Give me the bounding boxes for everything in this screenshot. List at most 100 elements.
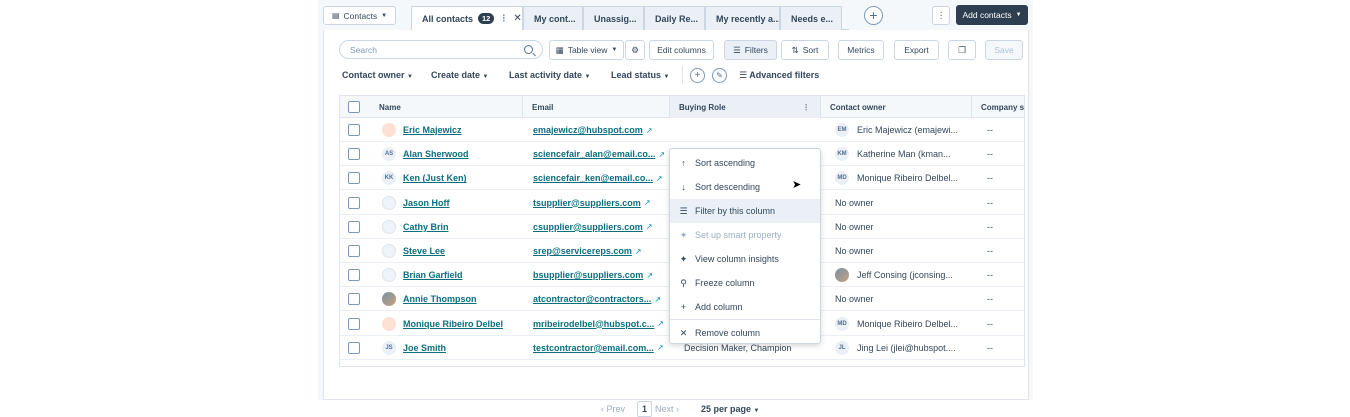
external-link-icon[interactable]: ↗ [657, 319, 664, 328]
company-cell: -- [987, 125, 993, 135]
email-link[interactable]: csupplier@suppliers.com [533, 222, 643, 232]
contact-name-link[interactable]: Cathy Brin [403, 215, 518, 239]
menu-item-freeze-column[interactable]: ⚲ Freeze column [670, 271, 820, 295]
external-link-icon[interactable]: ↗ [657, 343, 664, 352]
add-contacts-button[interactable]: Add contacts ▼ [956, 5, 1028, 25]
row-checkbox[interactable] [348, 341, 360, 354]
next-page-button[interactable]: Next › [655, 404, 679, 414]
row-checkbox[interactable] [348, 196, 360, 209]
external-link-icon[interactable]: ↗ [635, 247, 642, 256]
save-button[interactable]: Save [985, 40, 1023, 60]
contact-name-link[interactable]: Brian Garfield [403, 263, 518, 287]
row-checkbox[interactable] [348, 124, 360, 136]
sort-button[interactable]: ⇅ Sort [781, 40, 829, 60]
metrics-button[interactable]: Metrics [838, 40, 884, 60]
more-actions-button[interactable]: ⋮ [932, 6, 950, 25]
row-checkbox[interactable] [348, 317, 360, 330]
email-link[interactable]: sciencefair_alan@email.co... [533, 149, 655, 159]
column-options-icon[interactable]: ⋮ [802, 103, 810, 112]
external-link-icon[interactable]: ↗ [646, 126, 653, 135]
prev-page-button[interactable]: ‹ Prev [601, 404, 625, 414]
external-link-icon[interactable]: ↗ [646, 271, 653, 280]
company-cell: -- [987, 246, 993, 256]
select-all-checkbox[interactable] [348, 101, 360, 113]
contact-avatar [382, 292, 396, 307]
external-link-icon[interactable]: ↗ [658, 150, 665, 159]
menu-item-set-up-smart-property[interactable]: ✦ Set up smart property [670, 223, 820, 247]
external-link-icon[interactable]: ↗ [644, 198, 651, 207]
row-checkbox[interactable] [348, 148, 360, 161]
tab-my-contacts[interactable]: My cont... [523, 6, 583, 30]
column-header-buying-role[interactable]: Buying Role ⋮ [669, 96, 820, 118]
column-header-email[interactable]: Email [522, 96, 669, 118]
menu-item-add-column[interactable]: + Add column [670, 295, 820, 319]
external-link-icon[interactable]: ↗ [656, 174, 663, 183]
email-link[interactable]: tsupplier@suppliers.com [533, 198, 641, 208]
per-page-dropdown[interactable]: 25 per page ▼ [701, 404, 760, 414]
row-checkbox[interactable] [348, 293, 360, 306]
duplicate-view-button[interactable]: ❐ [948, 40, 976, 60]
row-checkbox[interactable] [348, 245, 360, 257]
email-link[interactable]: bsupplier@suppliers.com [533, 270, 643, 280]
column-label: Contact owner [830, 102, 886, 112]
table-row[interactable]: Eric Majewicz emajewicz@hubspot.com ↗ EM Eri… [340, 118, 1024, 142]
tab-needs-engagement[interactable]: Needs e... [780, 6, 842, 30]
chevron-down-icon: ▼ [663, 74, 670, 80]
column-header-company[interactable]: Company s [971, 96, 1024, 118]
row-checkbox[interactable] [348, 172, 360, 185]
lead-status-filter[interactable]: Lead status ▼ [611, 70, 669, 80]
column-header-contact-owner[interactable]: Contact owner [820, 96, 971, 118]
menu-item-view-column-insights[interactable]: ✦ View column insights [670, 247, 820, 271]
table-view-dropdown[interactable]: ▦ Table view ▼ [549, 40, 624, 60]
contact-owner-cell: Katherine Man (kman... [857, 149, 951, 160]
contact-name-link[interactable]: Monique Ribeiro Delbel [403, 312, 518, 336]
tab-unassigned[interactable]: Unassig... [583, 6, 644, 30]
email-link[interactable]: srep@servicereps.com [533, 246, 632, 256]
tab-my-recently-assigned[interactable]: My recently a... [705, 6, 780, 30]
add-filter-plus-icon[interactable]: + [690, 68, 705, 83]
menu-item-remove-column[interactable]: ✕ Remove column [670, 321, 820, 345]
row-checkbox[interactable] [348, 269, 360, 282]
advanced-filters-button[interactable]: ☰ Advanced filters [739, 70, 819, 81]
email-link[interactable]: mribeirodelbel@hubspot.c... [533, 319, 654, 329]
tab-daily-report[interactable]: Daily Re... [644, 6, 705, 30]
search-input[interactable]: Search [339, 40, 543, 59]
email-cell: csupplier@suppliers.com ↗ [533, 215, 667, 239]
email-link[interactable]: emajewicz@hubspot.com [533, 125, 643, 135]
view-tabs: All contacts 12 ⋮ ✕ My cont... Unassig..… [411, 6, 849, 31]
contact-name-link[interactable]: Steve Lee [403, 239, 518, 263]
external-link-icon[interactable]: ↗ [646, 222, 653, 231]
external-link-icon[interactable]: ↗ [654, 295, 661, 304]
export-button[interactable]: Export [894, 40, 939, 60]
filter-label: Create date [431, 70, 481, 80]
contact-name-link[interactable]: Jason Hoff [403, 191, 518, 215]
edit-columns-button[interactable]: Edit columns [649, 40, 714, 60]
contact-name-link[interactable]: Eric Majewicz [403, 118, 518, 142]
filters-button[interactable]: ☰ Filters [724, 40, 777, 60]
more-options-icon[interactable]: ⋮ [499, 13, 508, 24]
view-settings-button[interactable]: ⚙ [625, 40, 645, 60]
contact-name-link[interactable]: Annie Thompson [403, 287, 518, 311]
menu-item-sort-ascending[interactable]: ↑ Sort ascending [670, 151, 820, 175]
row-checkbox[interactable] [348, 220, 360, 233]
menu-item-filter-by-this-column[interactable]: ☰ Filter by this column [670, 199, 820, 223]
contact-name-link[interactable]: Alan Sherwood [403, 142, 518, 166]
contact-name-link[interactable]: Ken (Just Ken) [403, 166, 518, 190]
contact-owner-filter[interactable]: Contact owner ▼ [342, 70, 413, 80]
menu-item-label: Sort descending [695, 182, 761, 192]
email-link[interactable]: testcontractor@email.com... [533, 343, 654, 353]
edit-filter-pencil-icon[interactable]: ✎ [712, 68, 727, 83]
contacts-object-dropdown[interactable]: ▤ Contacts ▼ [323, 6, 396, 25]
email-link[interactable]: atcontractor@contractors... [533, 294, 651, 304]
email-link[interactable]: sciencefair_ken@email.co... [533, 173, 653, 183]
column-header-name[interactable]: Name [370, 96, 520, 118]
page-number-current[interactable]: 1 [637, 401, 653, 417]
close-icon[interactable]: ✕ [513, 13, 521, 24]
avatar-initials: EM [837, 127, 847, 133]
tab-all-contacts[interactable]: All contacts 12 ⋮ ✕ [411, 6, 523, 31]
contact-name-link[interactable]: Joe Smith [403, 336, 518, 360]
avatar-initials: MD [837, 175, 847, 182]
create-date-filter[interactable]: Create date ▼ [431, 70, 489, 80]
add-view-plus-icon[interactable]: + [864, 6, 883, 25]
last-activity-filter[interactable]: Last activity date ▼ [509, 70, 591, 80]
